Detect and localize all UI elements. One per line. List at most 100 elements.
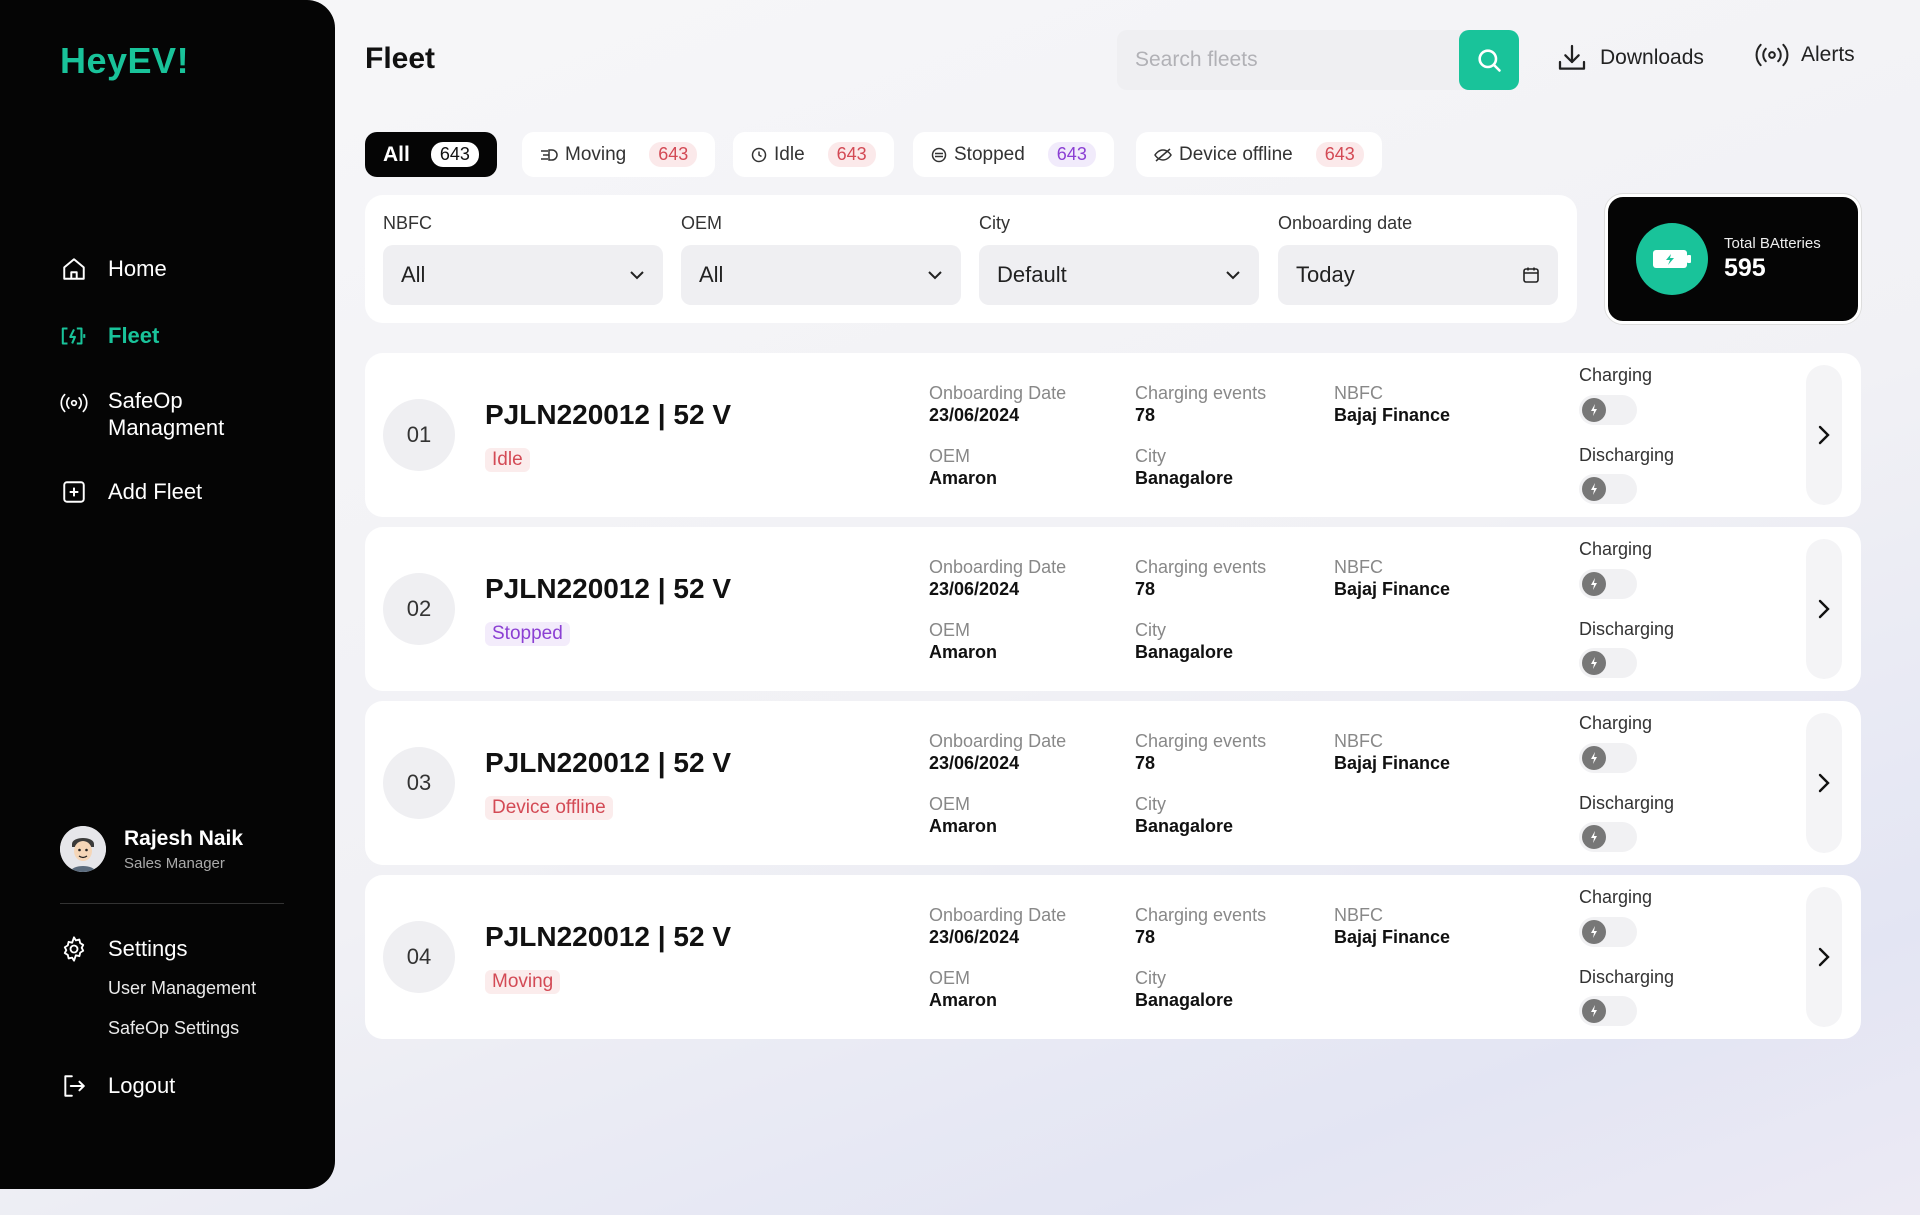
- alerts-label: Alerts: [1801, 43, 1855, 66]
- discharging-label: Discharging: [1579, 793, 1675, 813]
- field-label: OEM: [929, 968, 971, 988]
- select-value: Default: [997, 262, 1067, 287]
- field-value: Amaron: [929, 816, 998, 836]
- charging-toggle[interactable]: [1579, 743, 1637, 773]
- field-label: Onboarding Date: [929, 905, 1067, 925]
- sidebar-item-settings[interactable]: Settings: [60, 935, 188, 963]
- chevron-right-icon: [1818, 773, 1830, 793]
- city: City Banagalore: [1135, 620, 1233, 663]
- field-value: 78: [1135, 579, 1156, 599]
- sidebar-item-fleet[interactable]: Fleet: [60, 322, 159, 350]
- field-label: Charging events: [1135, 557, 1267, 577]
- logout-button[interactable]: Logout: [60, 1072, 175, 1100]
- user-profile[interactable]: Rajesh Naik Sales Manager: [60, 826, 243, 872]
- tab-device-offline[interactable]: Device offline 643: [1136, 132, 1382, 177]
- status-badge: Idle: [485, 448, 530, 472]
- field-label: City: [1135, 620, 1166, 640]
- row-details-button[interactable]: [1806, 365, 1842, 505]
- row-details-button[interactable]: [1806, 713, 1842, 853]
- discharging-label: Discharging: [1579, 619, 1675, 639]
- fleet-row[interactable]: 01 PJLN220012 | 52 V Idle Onboarding Dat…: [365, 353, 1861, 517]
- tab-moving[interactable]: Moving 643: [522, 132, 716, 177]
- tab-stopped[interactable]: Stopped 643: [913, 132, 1114, 177]
- sidebar-item-label: Add Fleet: [108, 479, 203, 504]
- field-label: Onboarding Date: [929, 557, 1067, 577]
- onboarding-date: Onboarding Date 23/06/2024: [929, 557, 1066, 600]
- field-value: Amaron: [929, 468, 998, 488]
- oem: OEM Amaron: [929, 968, 997, 1011]
- sidebar-subitem-safeop-settings[interactable]: SafeOp Settings: [108, 1018, 239, 1039]
- field-label: City: [1135, 446, 1166, 466]
- discharging-toggle[interactable]: [1579, 822, 1637, 852]
- alerts-button[interactable]: Alerts: [1755, 42, 1855, 68]
- vehicle-id: PJLN220012 | 52 V: [485, 921, 731, 952]
- onboarding-date: Onboarding Date 23/06/2024: [929, 383, 1066, 426]
- field-label: Onboarding Date: [929, 383, 1067, 403]
- field-label: NBFC: [1334, 905, 1383, 925]
- oem-select[interactable]: All: [681, 245, 961, 305]
- search-icon: [1478, 49, 1501, 72]
- tab-count-badge: 643: [1047, 142, 1096, 167]
- charging-events: Charging events 78: [1135, 383, 1266, 426]
- status-badge: Stopped: [485, 622, 570, 646]
- tab-all[interactable]: All 643: [365, 132, 497, 177]
- fleet-row[interactable]: 04 PJLN220012 | 52 V Moving Onboarding D…: [365, 875, 1861, 1039]
- discharging-label: Discharging: [1579, 445, 1675, 465]
- field-value: 78: [1135, 753, 1156, 773]
- charging-toggle[interactable]: [1579, 917, 1637, 947]
- field-value: 78: [1135, 405, 1156, 425]
- onboarding-date: Onboarding Date 23/06/2024: [929, 905, 1066, 948]
- battery-charging-icon: [60, 322, 88, 350]
- user-role: Sales Manager: [124, 854, 225, 872]
- downloads-label: Downloads: [1600, 46, 1704, 69]
- sidebar-subitem-user-management[interactable]: User Management: [108, 978, 256, 999]
- sidebar-item-safeop[interactable]: SafeOp Managment: [60, 387, 248, 441]
- field-value: 78: [1135, 927, 1156, 947]
- clock-icon: [751, 147, 767, 162]
- city-select[interactable]: Default: [979, 245, 1259, 305]
- chevron-down-icon: [1226, 271, 1240, 280]
- vehicle-id: PJLN220012 | 52 V: [485, 573, 731, 604]
- fleet-row[interactable]: 03 PJLN220012 | 52 V Device offline Onbo…: [365, 701, 1861, 865]
- search-button[interactable]: [1459, 30, 1519, 90]
- chevron-right-icon: [1818, 425, 1830, 445]
- onboarding-date: Onboarding Date 23/06/2024: [929, 731, 1066, 774]
- tab-label: All: [383, 142, 410, 166]
- downloads-button[interactable]: Downloads: [1556, 42, 1704, 74]
- nbfc: NBFC Bajaj Finance: [1334, 383, 1450, 426]
- bolt-icon: [1582, 746, 1606, 770]
- row-details-button[interactable]: [1806, 539, 1842, 679]
- page-title: Fleet: [365, 42, 436, 75]
- sidebar-item-label: Fleet: [108, 323, 160, 348]
- field-value: 23/06/2024: [929, 753, 1020, 773]
- fleet-row[interactable]: 02 PJLN220012 | 52 V Stopped Onboarding …: [365, 527, 1861, 691]
- charging-label: Charging: [1579, 713, 1653, 733]
- field-value: Bajaj Finance: [1334, 927, 1451, 947]
- charging-toggle[interactable]: [1579, 395, 1637, 425]
- sidebar-item-add-fleet[interactable]: Add Fleet: [60, 478, 202, 506]
- tab-idle[interactable]: Idle 643: [733, 132, 894, 177]
- bolt-icon: [1582, 999, 1606, 1023]
- field-value: Banagalore: [1135, 990, 1234, 1010]
- discharging-toggle[interactable]: [1579, 474, 1637, 504]
- city: City Banagalore: [1135, 446, 1233, 489]
- date-picker[interactable]: Today: [1278, 245, 1558, 305]
- oem: OEM Amaron: [929, 446, 997, 489]
- nbfc: NBFC Bajaj Finance: [1334, 557, 1450, 600]
- search-bar: [1117, 30, 1519, 90]
- search-input[interactable]: [1135, 30, 1435, 90]
- field-label: Charging events: [1135, 905, 1267, 925]
- tab-label: Stopped: [954, 143, 1025, 165]
- tab-label: Moving: [565, 143, 627, 165]
- charging-toggle[interactable]: [1579, 569, 1637, 599]
- bolt-icon: [1582, 825, 1606, 849]
- row-details-button[interactable]: [1806, 887, 1842, 1027]
- nbfc-select[interactable]: All: [383, 245, 663, 305]
- charging-label: Charging: [1579, 365, 1653, 385]
- avatar: [60, 826, 106, 872]
- tab-label: Device offline: [1179, 143, 1293, 165]
- discharging-toggle[interactable]: [1579, 648, 1637, 678]
- sidebar-item-home[interactable]: Home: [60, 255, 167, 283]
- discharging-toggle[interactable]: [1579, 996, 1637, 1026]
- field-value: 23/06/2024: [929, 927, 1020, 947]
